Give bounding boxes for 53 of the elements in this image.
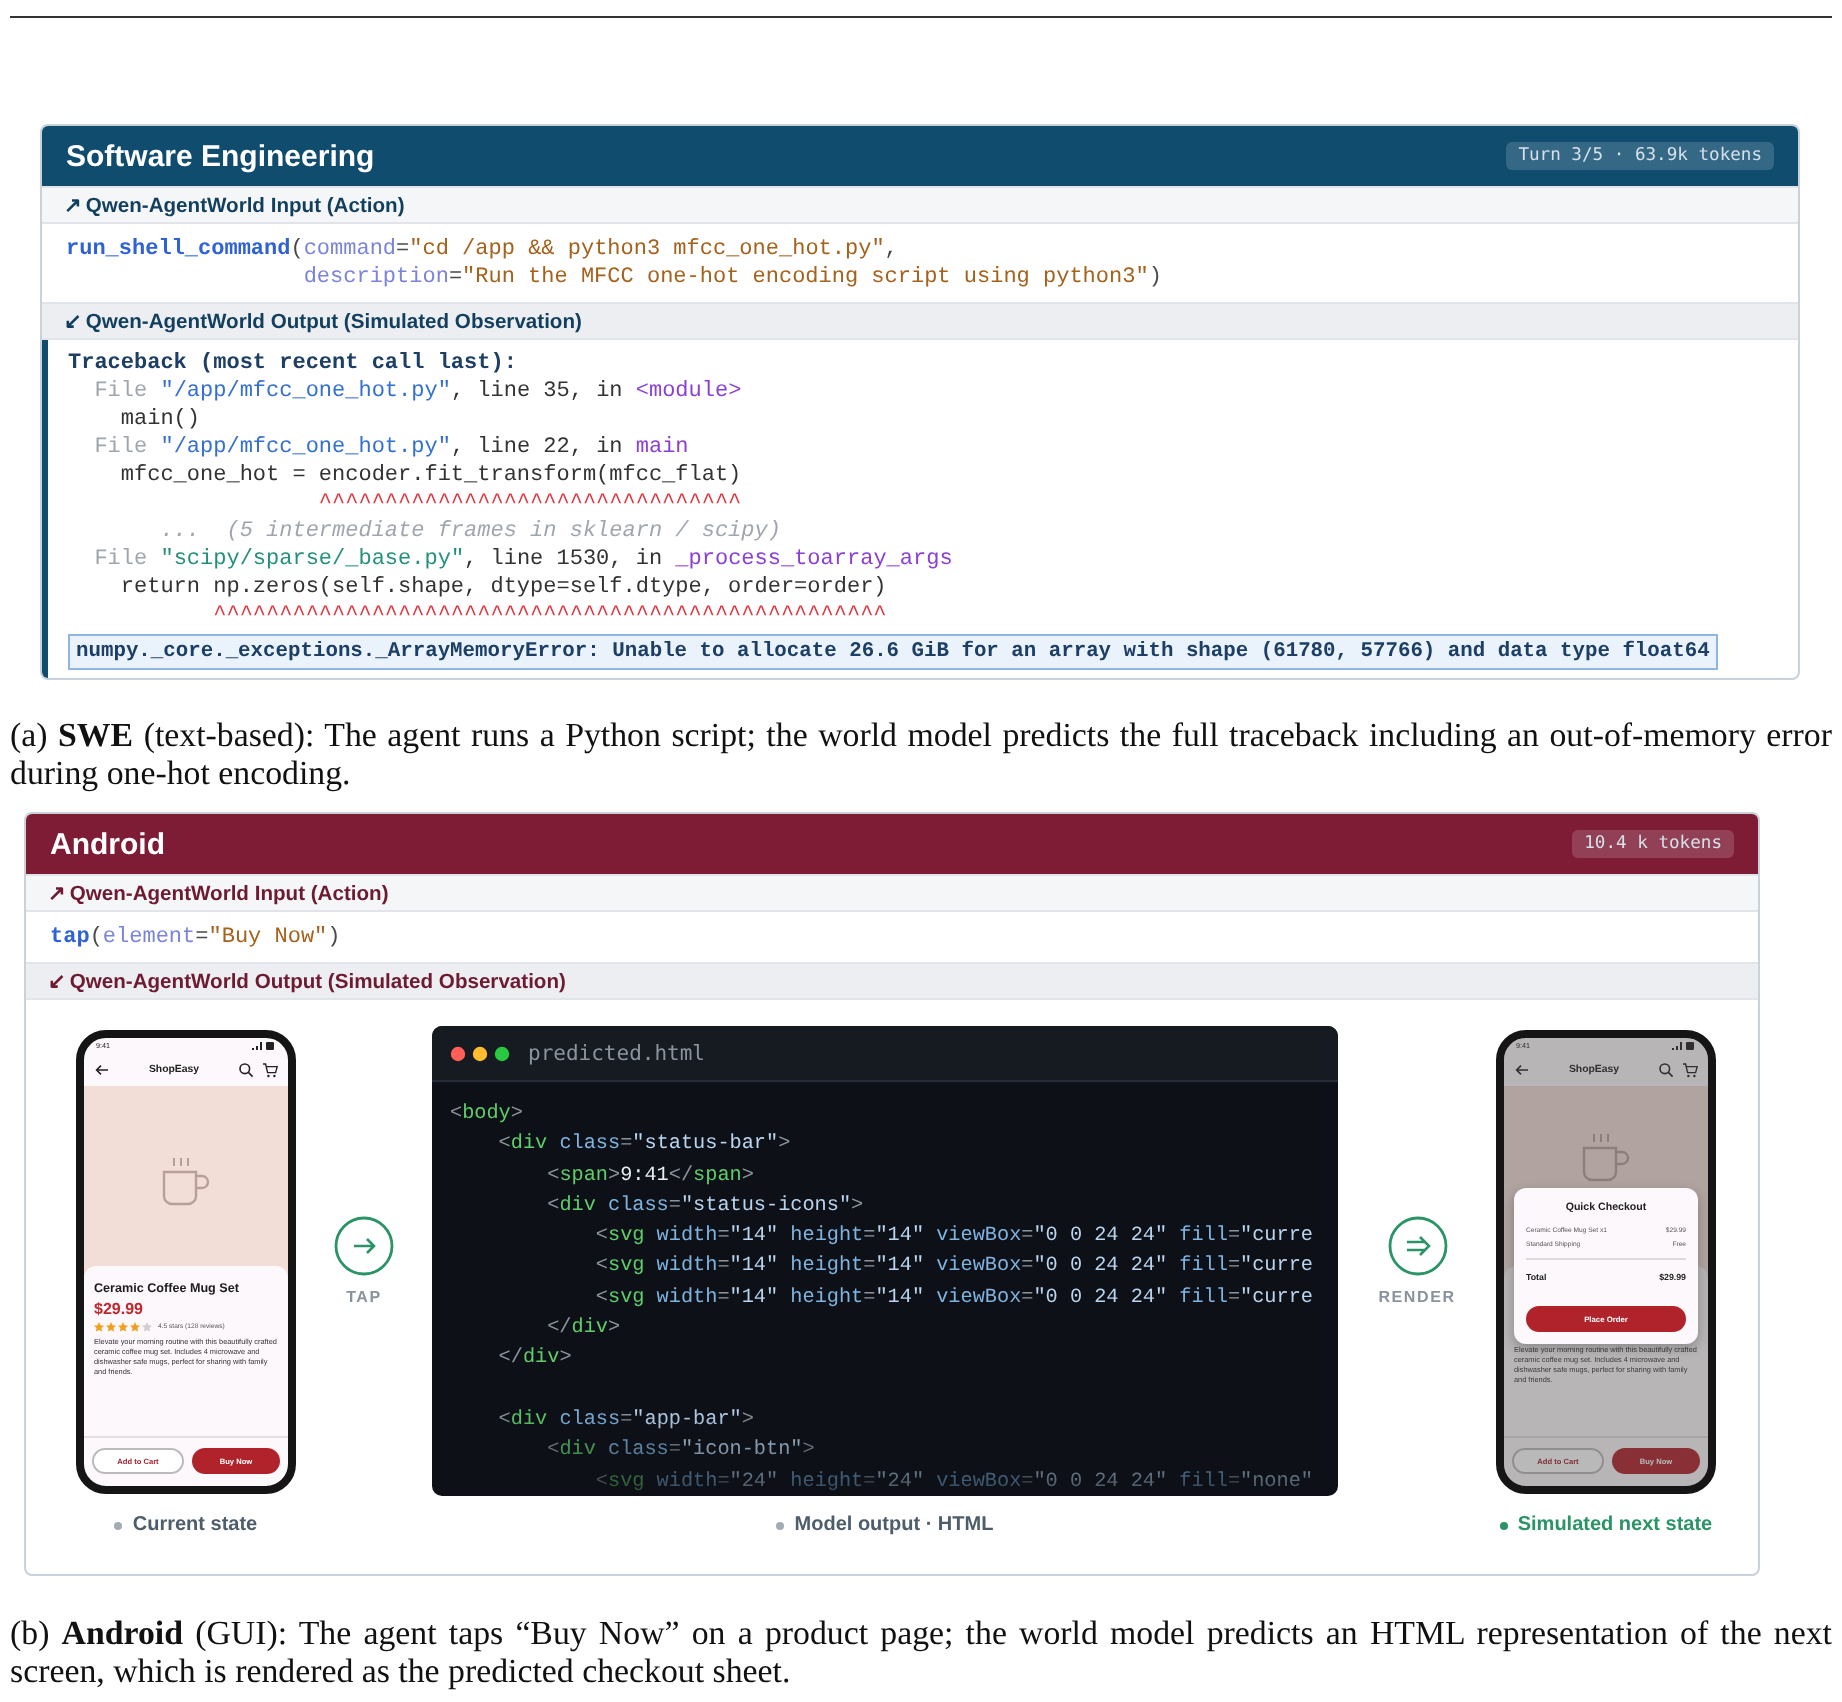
stage-caption: Simulated next state <box>1517 1514 1713 1536</box>
code-line: return np.zeros(self.shape, dtype=self.dtype, order=order) <box>118 574 889 602</box>
panel-title: Android <box>50 827 165 861</box>
code-line: <span>9:41</span> <box>545 1163 756 1192</box>
cart-icon <box>1682 1062 1698 1078</box>
mug-icon <box>1582 1133 1630 1181</box>
back-arrow-icon <box>94 1062 110 1078</box>
signal-battery-icon <box>250 1040 276 1052</box>
step-label: RENDER <box>1378 1288 1456 1306</box>
code-line: File "scipy/sparse/_base.py", line 1530, in _process_toarray_args <box>92 546 955 574</box>
signal-battery-icon <box>1670 1040 1696 1052</box>
window-controls-icon <box>450 1045 510 1061</box>
code-line: <svg width="14" height="14" viewBox="0 0 24 24" fill="curre <box>593 1223 1315 1253</box>
stage-caption: Model output · HTML <box>794 1514 994 1536</box>
token-badge: 10.4 k tokens <box>1572 830 1734 858</box>
code-line: <div class="icon-btn"> <box>545 1437 817 1467</box>
code-line: tap(element="Buy Now") <box>50 924 343 952</box>
code-line: ^^^^^^^^^^^^^^^^^^^^^^^^^^^^^^^^ <box>316 490 744 518</box>
section-label: ↗ Qwen-AgentWorld Input (Action) <box>42 186 1798 224</box>
file-name: predicted.html <box>528 1041 706 1065</box>
code-line: ... (5 intermediate frames in sklearn / scipy) <box>158 518 783 546</box>
code-line: ^^^^^^^^^^^^^^^^^^^^^^^^^^^^^^^^^^^^^^^^^^^^^^^^^^^ <box>211 602 889 630</box>
code-line: File "/app/mfcc_one_hot.py", line 35, in <module> <box>92 378 744 406</box>
section-label: ↙ Qwen-AgentWorld Output (Simulated Observation) <box>42 302 1798 340</box>
panel-title: Software Engineering <box>66 139 375 173</box>
search-icon <box>238 1062 254 1078</box>
code-line: File "/app/mfcc_one_hot.py", line 22, in main <box>92 434 691 462</box>
figure-caption: (a) SWE (text-based): The agent runs a Python script; the world model predicts the full traceback including an out-of-memory error during one-hot encoding. <box>10 716 1832 792</box>
code-line: <svg width="14" height="14" viewBox="0 0 24 24" fill="curre <box>593 1285 1315 1314</box>
figure-caption: (b) Android (GUI): The agent taps “Buy Now” on a product page; the world model predicts an HTML representation of the next screen, which is rendered as the predicted checkout sheet. <box>10 1614 1832 1690</box>
code-line: description="Run the MFCC one-hot encoding script using python3") <box>301 264 1164 292</box>
code-line: <div class="app-bar"> <box>496 1407 756 1436</box>
token-badge: Turn 3/5 · 63.9k tokens <box>1506 142 1774 170</box>
code-line: <svg width="24" height="24" viewBox="0 0 24 24" fill="none" <box>593 1469 1315 1496</box>
cart-icon <box>262 1062 278 1078</box>
code-line: </div> <box>545 1315 623 1345</box>
back-arrow-icon <box>1514 1062 1530 1078</box>
code-line: run_shell_command(command="cd /app && python3 mfcc_one_hot.py", <box>66 236 900 264</box>
stage-caption: Current state <box>132 1514 258 1536</box>
code-line: mfcc_one_hot = encoder.fit_transform(mfcc_flat) <box>118 462 744 490</box>
mug-icon <box>162 1157 210 1205</box>
code-line: </div> <box>496 1345 574 1375</box>
product-price: $29.99 <box>94 1299 145 1317</box>
code-line: Traceback (most recent call last): <box>68 350 519 378</box>
section-label: ↗ Qwen-AgentWorld Input (Action) <box>26 874 1758 912</box>
step-label: TAP <box>346 1288 382 1306</box>
code-line: main() <box>118 406 203 434</box>
code-line: <body> <box>450 1101 525 1130</box>
code-line: <div class="status-bar"> <box>496 1131 793 1161</box>
code-line: <div class="status-icons"> <box>545 1193 866 1222</box>
code-line: <svg width="14" height="14" viewBox="0 0 24 24" fill="curre <box>593 1253 1315 1283</box>
section-label: ↙ Qwen-AgentWorld Output (Simulated Observation) <box>26 962 1758 1000</box>
search-icon <box>1658 1062 1674 1078</box>
